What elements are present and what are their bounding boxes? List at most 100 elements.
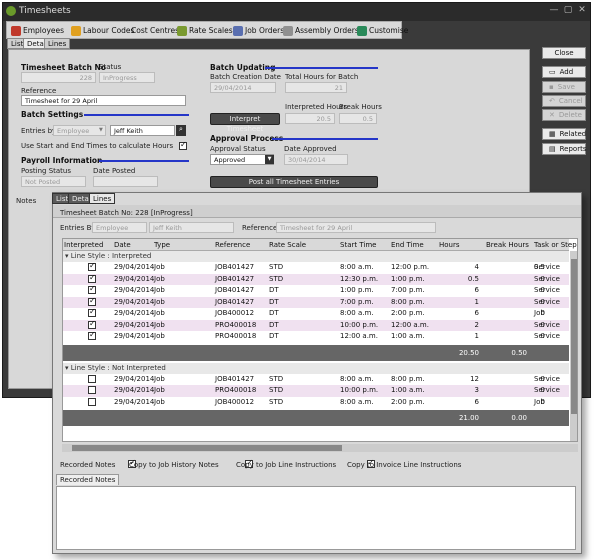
col-hours[interactable]: Hours bbox=[439, 241, 460, 249]
menu-cost-centres[interactable]: Cost Centres bbox=[131, 24, 179, 37]
copy-job-history-label: Copy to Job History Notes bbox=[129, 461, 219, 469]
horizontal-scrollbar[interactable] bbox=[62, 444, 578, 452]
lines-reference-label: Reference bbox=[242, 224, 278, 232]
total-hours: 21.00 bbox=[458, 414, 479, 422]
table-row[interactable]: 29/04/2014 Job PRO400018 STD 10:00 p.m. 1:00 … bbox=[63, 385, 569, 397]
interpreted-checkbox[interactable] bbox=[88, 397, 96, 406]
table-row[interactable]: 29/04/2014 Job JOB400012 STD 8:00 a.m. 2:00 p… bbox=[63, 397, 569, 409]
col-start-time[interactable]: Start Time bbox=[340, 241, 376, 249]
col-break-hours[interactable]: Break Hours bbox=[486, 241, 529, 249]
cell-start: 1:00 p.m. bbox=[340, 286, 374, 294]
close-icon[interactable]: ✕ bbox=[576, 5, 588, 17]
menu-labour-codes[interactable]: Labour Codes bbox=[71, 24, 134, 37]
minimize-icon[interactable]: — bbox=[548, 5, 560, 17]
recorded-notes-tab[interactable]: Recorded Notes bbox=[56, 474, 120, 485]
recorded-notes-textarea[interactable] bbox=[56, 486, 576, 550]
interpreted-checkbox[interactable] bbox=[88, 319, 96, 329]
interpreted-checkbox[interactable] bbox=[88, 273, 96, 283]
table-row[interactable]: 29/04/2014JobJOB400012DT8:00 a.m.2:00 p.… bbox=[63, 307, 569, 320]
cell-ref: JOB401427 bbox=[215, 263, 255, 271]
cell-date: 29/04/2014 bbox=[114, 320, 155, 329]
scrollbar-thumb[interactable] bbox=[72, 445, 342, 451]
reports-button[interactable]: ▤ Reports bbox=[542, 143, 586, 155]
interpreted-checkbox[interactable] bbox=[88, 330, 96, 340]
chevron-down-icon[interactable]: ▼ bbox=[265, 155, 274, 164]
cell-end: 8:00 p.m. bbox=[391, 374, 425, 383]
menu-customise[interactable]: Customise bbox=[357, 24, 408, 37]
post-timesheet-entries-button[interactable]: Post all Timesheet Entries bbox=[210, 176, 378, 188]
cell-start: 8:00 a.m. bbox=[340, 374, 374, 383]
col-rate-scale[interactable]: Rate Scale bbox=[269, 241, 306, 249]
recorded-notes-label: Recorded Notes bbox=[60, 461, 116, 469]
col-end-time[interactable]: End Time bbox=[391, 241, 424, 249]
date-posted-label: Date Posted bbox=[93, 167, 136, 175]
total-break-hours: 0.50 bbox=[511, 348, 527, 357]
interpreted-checkbox[interactable] bbox=[88, 374, 96, 383]
entries-by-name-input[interactable]: Jeff Keith bbox=[110, 125, 175, 136]
batch-number-field: 228 bbox=[21, 72, 96, 83]
cancel-button[interactable]: ↶ Cancel bbox=[542, 95, 586, 107]
table-row[interactable]: 29/04/2014Job PRO400018 DT 10:00 p.m. 12:00 … bbox=[63, 319, 569, 331]
interpreted-checkbox[interactable] bbox=[88, 261, 96, 271]
cell-type: Job bbox=[154, 374, 165, 383]
group-header[interactable]: ▾ Line Style : Not Interpreted bbox=[63, 362, 569, 374]
creation-date-label: Batch Creation Date bbox=[210, 73, 281, 81]
cell-task: Service bbox=[534, 374, 560, 383]
table-row[interactable]: 29/04/2014Job JOB401427 STD 12:30 p.m. 1:00 … bbox=[63, 273, 569, 285]
table-row[interactable]: 29/04/2014Job JOB401427 DT 1:00 p.m. 7:00 p.… bbox=[63, 284, 569, 297]
delete-icon: ✕ bbox=[549, 111, 555, 119]
col-interpreted[interactable]: Interpreted bbox=[64, 241, 103, 249]
cell-end: 2:00 p.m. bbox=[391, 397, 425, 406]
col-date[interactable]: Date bbox=[114, 241, 131, 249]
posting-status-label: Posting Status bbox=[21, 167, 72, 175]
menu-employees[interactable]: Employees bbox=[11, 24, 64, 37]
cell-type: Job bbox=[154, 386, 165, 394]
total-hours-label: Total Hours for Batch bbox=[285, 73, 359, 81]
employees-icon bbox=[11, 25, 21, 36]
tab-lines[interactable]: Lines bbox=[44, 38, 71, 49]
break-hours-label: Break Hours bbox=[339, 103, 382, 111]
interpreted-checkbox[interactable] bbox=[88, 386, 96, 394]
cell-hours: 6 bbox=[474, 309, 479, 317]
reference-input[interactable]: Timesheet for 29 April bbox=[21, 95, 186, 106]
save-button[interactable]: ▪ Save bbox=[542, 81, 586, 93]
close-button[interactable]: Close bbox=[542, 47, 586, 59]
cell-hours: 6 bbox=[474, 397, 479, 406]
table-row[interactable]: 29/04/2014 Job JOB401427 STD 8:00 a.m. 8:00 p… bbox=[63, 374, 569, 386]
col-reference[interactable]: Reference bbox=[215, 241, 250, 249]
cell-type: Job bbox=[154, 263, 165, 271]
menu-assembly-orders[interactable]: Assembly Orders bbox=[283, 24, 359, 37]
maximize-icon[interactable]: ▢ bbox=[562, 5, 574, 17]
cell-hours: 6 bbox=[474, 286, 479, 294]
cell-task: Job bbox=[534, 397, 545, 406]
tab-lines[interactable]: Lines bbox=[89, 193, 116, 204]
menu-job-orders[interactable]: Job Orders bbox=[233, 24, 284, 37]
lines-entries-by-label: Entries By bbox=[60, 224, 96, 232]
menu-rate-scales[interactable]: Rate Scales bbox=[177, 24, 233, 37]
reference-label: Reference bbox=[21, 87, 57, 95]
cancel-icon: ↶ bbox=[549, 97, 555, 105]
cell-date: 29/04/2014 bbox=[114, 297, 155, 306]
vertical-scrollbar[interactable] bbox=[570, 251, 577, 441]
interpreted-checkbox[interactable] bbox=[88, 307, 96, 317]
add-button[interactable]: ▭ Add bbox=[542, 66, 586, 78]
search-icon[interactable]: ⌕ bbox=[176, 125, 186, 136]
delete-button[interactable]: ✕ Delete bbox=[542, 109, 586, 121]
table-row[interactable]: 29/04/2014Job JOB401427 STD 8:00 a.m. 12:00 … bbox=[63, 261, 569, 274]
use-times-checkbox[interactable] bbox=[179, 140, 187, 150]
table-row[interactable]: 29/04/2014Job JOB401427 DT 7:00 p.m. 8:00 p.… bbox=[63, 296, 569, 308]
copy-invoice-line-label: Copy to Invoice Line Instructions bbox=[347, 461, 462, 469]
group-header[interactable]: ▾ Line Style : Interpreted bbox=[63, 251, 569, 262]
col-type[interactable]: Type bbox=[154, 241, 170, 249]
interpreted-checkbox[interactable] bbox=[88, 284, 96, 294]
interpret-timesheet-button[interactable]: Interpret Timesheet bbox=[210, 113, 280, 133]
col-task-or-step[interactable]: Task or Step bbox=[534, 241, 577, 249]
related-button[interactable]: ▦ Related bbox=[542, 128, 586, 140]
scrollbar-thumb[interactable] bbox=[571, 259, 577, 414]
cell-rate: DT bbox=[269, 332, 279, 340]
divider bbox=[265, 67, 378, 69]
table-row[interactable]: 29/04/2014Job PRO400018 DT 12:00 a.m. 1:00 a… bbox=[63, 330, 569, 343]
total-hours-field: 21 bbox=[285, 82, 347, 93]
interpreted-checkbox[interactable] bbox=[88, 296, 96, 306]
date-posted-field bbox=[93, 176, 158, 187]
